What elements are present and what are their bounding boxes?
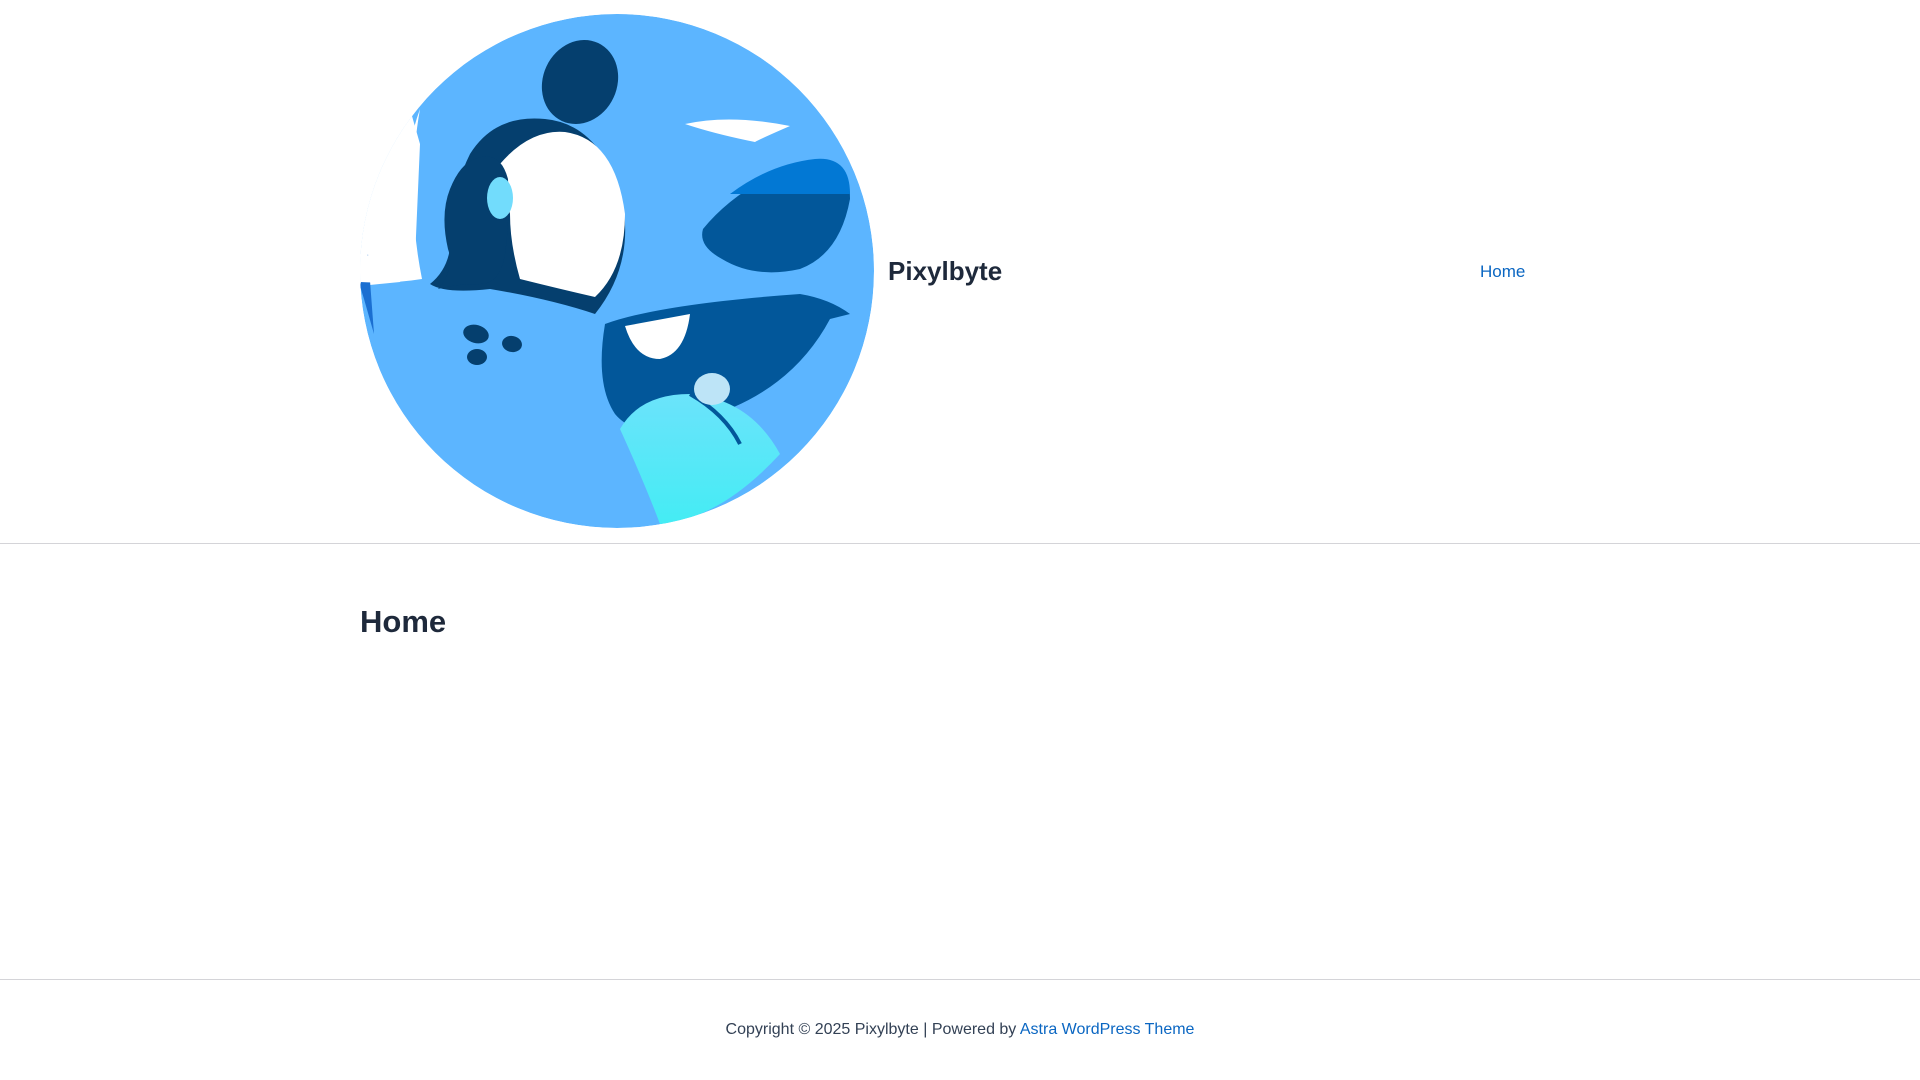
main-content: Home bbox=[0, 545, 1920, 979]
copyright-text: Copyright © 2025 Pixylbyte | Powered by bbox=[725, 1021, 1017, 1038]
footer-copyright: Copyright © 2025 Pixylbyte | Powered by … bbox=[0, 1018, 1920, 1042]
nav-item-home[interactable]: Home bbox=[1480, 262, 1525, 281]
blue-monster-mascot-logo-icon bbox=[360, 14, 874, 528]
site-footer: Copyright © 2025 Pixylbyte | Powered by … bbox=[0, 979, 1920, 1080]
site-header: Pixylbyte Home bbox=[0, 0, 1920, 544]
site-title[interactable]: Pixylbyte bbox=[888, 255, 1002, 287]
primary-navigation: Home bbox=[1480, 258, 1525, 286]
page-title: Home bbox=[360, 604, 447, 639]
astra-theme-link[interactable]: Astra WordPress Theme bbox=[1020, 1021, 1195, 1038]
site-logo-link[interactable] bbox=[360, 14, 874, 528]
